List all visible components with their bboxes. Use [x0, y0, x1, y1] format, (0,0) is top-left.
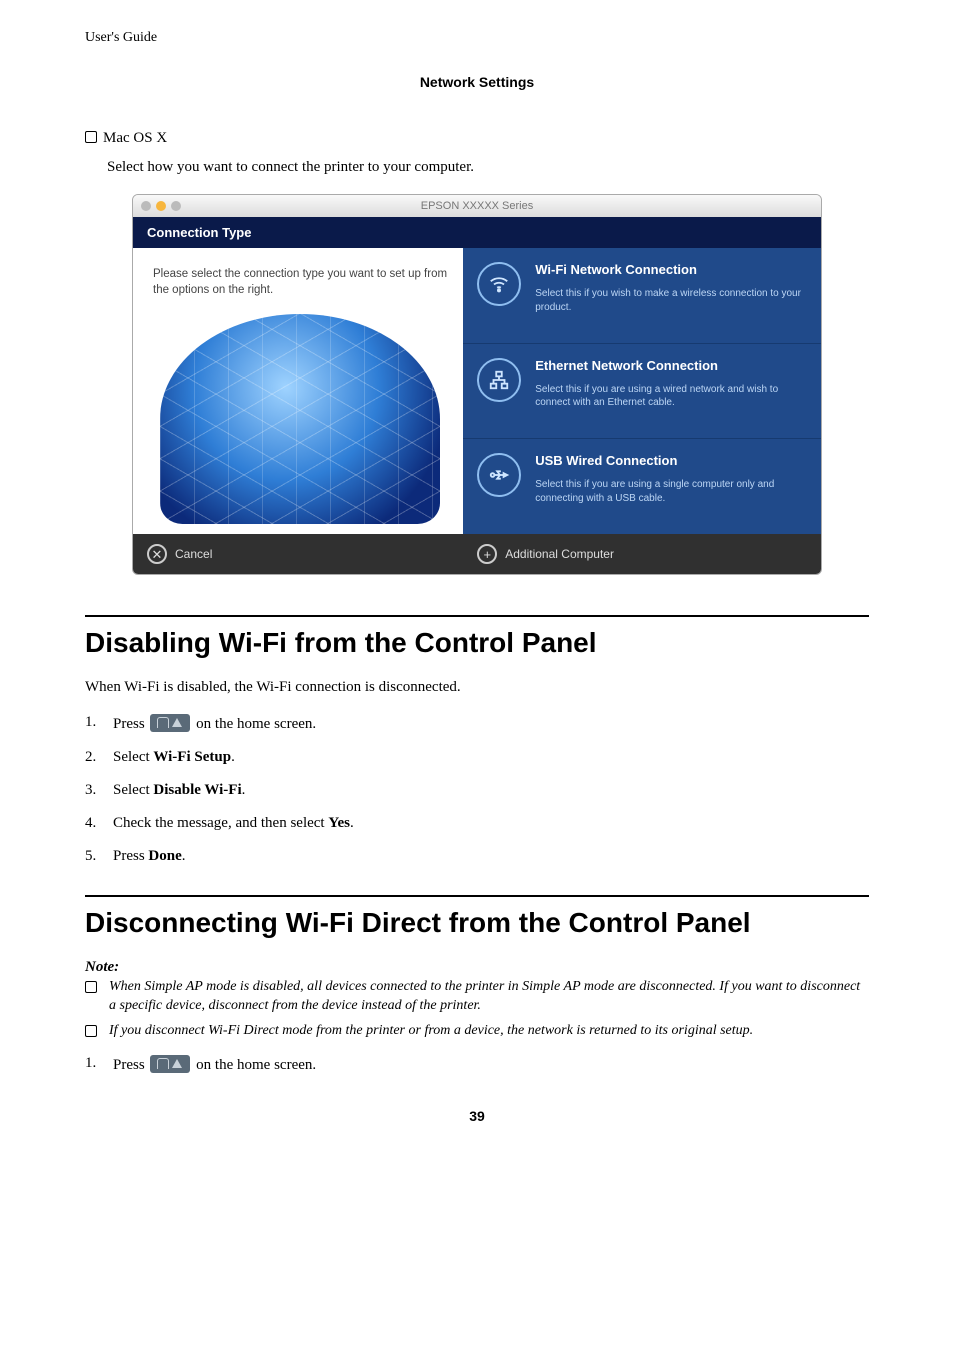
step-4-text-c: .: [350, 815, 354, 831]
intro-disable-wifi: When Wi-Fi is disabled, the Wi-Fi connec…: [85, 679, 869, 696]
bullet-icon: [85, 981, 97, 993]
bullet-icon: [85, 131, 97, 143]
option-usb-title: USB Wired Connection: [535, 453, 805, 468]
option-usb[interactable]: USB Wired Connection Select this if you …: [463, 439, 821, 534]
wifi-icon: [477, 262, 521, 306]
step-2: Select Wi-Fi Setup.: [85, 749, 869, 766]
option-ethernet-desc: Select this if you are using a wired net…: [535, 383, 805, 410]
sec2-step-1-text-a: Press: [113, 1057, 148, 1073]
step-3-bold: Disable Wi-Fi: [153, 782, 241, 798]
ethernet-icon: [477, 358, 521, 402]
mac-titlebar: EPSON XXXXX Series: [133, 195, 821, 217]
note-1-text: When Simple AP mode is disabled, all dev…: [109, 978, 869, 1016]
os-label: Mac OS X: [103, 130, 167, 146]
os-item: Mac OS X: [85, 130, 869, 147]
step-5-text-a: Press: [113, 848, 148, 864]
step-3-text-a: Select: [113, 782, 153, 798]
option-wifi-title: Wi-Fi Network Connection: [535, 262, 805, 277]
step-1-text-b: on the home screen.: [192, 716, 316, 732]
panel-instruction: Please select the connection type you wa…: [153, 266, 447, 298]
window-title: EPSON XXXXX Series: [133, 200, 821, 212]
step-1-text-a: Press: [113, 716, 148, 732]
additional-computer-button[interactable]: Additional Computer: [505, 547, 614, 561]
step-5-bold: Done: [148, 848, 181, 864]
globe-illustration: [160, 314, 440, 524]
cancel-icon[interactable]: ✕: [147, 544, 167, 564]
sec2-step-1-text-b: on the home screen.: [192, 1057, 316, 1073]
option-ethernet-title: Ethernet Network Connection: [535, 358, 805, 373]
note-item-2: If you disconnect Wi-Fi Direct mode from…: [85, 1022, 869, 1041]
step-4: Check the message, and then select Yes.: [85, 815, 869, 832]
note-2-text: If you disconnect Wi-Fi Direct mode from…: [109, 1022, 753, 1041]
step-3-text-c: .: [242, 782, 246, 798]
option-usb-desc: Select this if you are using a single co…: [535, 478, 805, 505]
step-5: Press Done.: [85, 848, 869, 865]
network-status-icon: [150, 1055, 190, 1073]
page-number: 39: [85, 1108, 869, 1124]
section-title: Network Settings: [85, 74, 869, 90]
heading-disable-wifi: Disabling Wi-Fi from the Control Panel: [85, 615, 869, 659]
bullet-icon: [85, 1025, 97, 1037]
installer-screenshot: EPSON XXXXX Series Connection Type Pleas…: [132, 194, 822, 575]
cancel-button[interactable]: Cancel: [175, 547, 212, 561]
step-4-bold: Yes: [328, 815, 350, 831]
note-label: Note:: [85, 959, 869, 976]
option-wifi-desc: Select this if you wish to make a wirele…: [535, 287, 805, 314]
sec2-step-1: Press on the home screen.: [85, 1055, 869, 1074]
step-2-text-a: Select: [113, 749, 153, 765]
step-4-text-a: Check the message, and then select: [113, 815, 328, 831]
step-2-text-c: .: [231, 749, 235, 765]
usb-icon: [477, 453, 521, 497]
step-2-bold: Wi-Fi Setup: [153, 749, 231, 765]
option-ethernet[interactable]: Ethernet Network Connection Select this …: [463, 344, 821, 440]
step-5-text-c: .: [182, 848, 186, 864]
heading-disconnect-wifidirect: Disconnecting Wi-Fi Direct from the Cont…: [85, 895, 869, 939]
guide-label: User's Guide: [85, 30, 869, 46]
plus-icon[interactable]: +: [477, 544, 497, 564]
step-1: Press on the home screen.: [85, 714, 869, 733]
step-3: Select Disable Wi-Fi.: [85, 782, 869, 799]
network-status-icon: [150, 714, 190, 732]
os-instruction: Select how you want to connect the print…: [107, 159, 869, 176]
option-wifi[interactable]: Wi-Fi Network Connection Select this if …: [463, 248, 821, 344]
note-item-1: When Simple AP mode is disabled, all dev…: [85, 978, 869, 1016]
panel-title: Connection Type: [133, 217, 821, 248]
